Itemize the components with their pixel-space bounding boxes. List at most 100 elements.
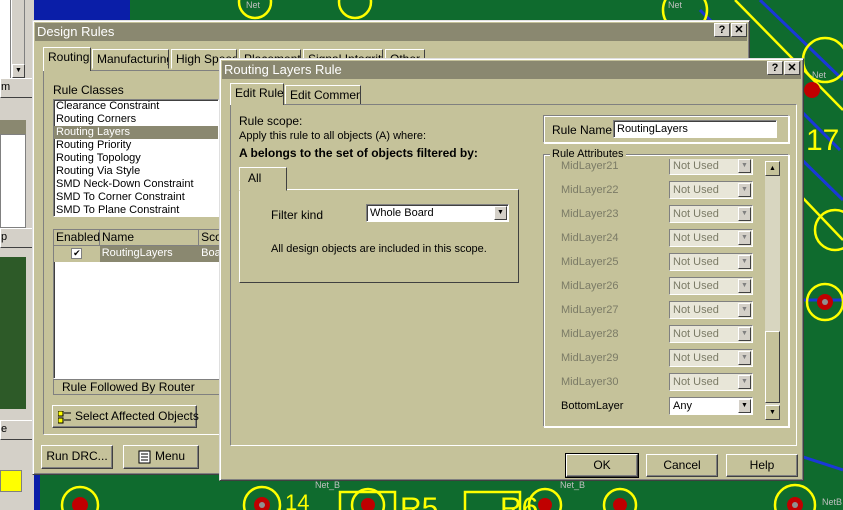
left-button-mid[interactable]: p bbox=[0, 228, 34, 248]
pcb-net-label: NetB bbox=[822, 497, 842, 507]
rule-name-label: Rule Name bbox=[552, 123, 613, 137]
dialog-close-button[interactable]: ✕ bbox=[784, 61, 800, 75]
layer-usage-select: Not Used ▼ bbox=[669, 277, 753, 295]
pcb-net-label: Net bbox=[812, 70, 827, 80]
enabled-checkbox[interactable]: ✔ bbox=[71, 248, 83, 259]
routing-layers-rule-dialog: Routing Layers Rule ? ✕ Edit Rule Edit C… bbox=[219, 58, 804, 481]
help-button[interactable]: Help bbox=[726, 454, 798, 477]
rule-class-item[interactable]: SMD Neck-Down Constraint bbox=[54, 178, 218, 191]
rule-class-item[interactable]: Routing Via Style bbox=[54, 165, 218, 178]
dialog-help-title-button[interactable]: ? bbox=[767, 61, 783, 75]
rule-class-item[interactable]: Routing Topology bbox=[54, 152, 218, 165]
layer-name: MidLayer28 bbox=[561, 328, 619, 340]
help-title-button[interactable]: ? bbox=[714, 23, 730, 37]
layer-usage-select: Not Used ▼ bbox=[669, 181, 753, 199]
select-objects-icon bbox=[57, 410, 71, 424]
left-button-low[interactable]: e bbox=[0, 420, 34, 440]
layer-row: MidLayer21 Not Used ▼ bbox=[545, 159, 765, 178]
rule-class-item[interactable]: SMD To Plane Constraint bbox=[54, 204, 218, 216]
rule-classes-items: Clearance Constraint Routing Corners Routi… bbox=[54, 100, 218, 216]
rule-class-item[interactable]: Routing Layers bbox=[54, 126, 218, 139]
chevron-down-icon: ▼ bbox=[738, 183, 751, 197]
layer-row: MidLayer25 Not Used ▼ bbox=[545, 252, 765, 274]
ok-button[interactable]: OK bbox=[565, 453, 639, 478]
layer-usage-select: Not Used ▼ bbox=[669, 205, 753, 223]
pcb-silk-r6: R6 bbox=[500, 492, 538, 510]
left-list-2[interactable] bbox=[0, 134, 26, 228]
select-affected-objects-button[interactable]: Select Affected Objects bbox=[52, 405, 199, 428]
layer-usage-value: Not Used bbox=[673, 184, 719, 196]
rule-class-item[interactable]: Routing Corners bbox=[54, 113, 218, 126]
rule-class-item[interactable]: Routing Priority bbox=[54, 139, 218, 152]
left-panel: ▼ m p e bbox=[0, 0, 34, 510]
layers-scrollbar[interactable]: ▲ ▼ bbox=[765, 161, 780, 420]
table-row[interactable]: ✔ RoutingLayers Boa bbox=[54, 246, 219, 262]
filter-kind-select[interactable]: Whole Board ▼ bbox=[366, 204, 509, 222]
left-list bbox=[0, 0, 11, 78]
rule-dialog-titlebar[interactable]: Routing Layers Rule bbox=[222, 61, 801, 79]
layer-row: MidLayer30 Not Used ▼ bbox=[545, 372, 765, 394]
layer-color-swatch[interactable] bbox=[0, 470, 22, 492]
layer-usage-select: Not Used ▼ bbox=[669, 325, 753, 343]
rule-scope-label: Rule scope: bbox=[239, 114, 303, 128]
rule-class-item[interactable]: SMD To Corner Constraint bbox=[54, 191, 218, 204]
chevron-down-icon: ▼ bbox=[738, 351, 751, 365]
close-window-button[interactable]: ✕ bbox=[731, 23, 747, 37]
filter-kind-value: Whole Board bbox=[370, 207, 434, 219]
layer-usage-value: Not Used bbox=[673, 160, 719, 172]
tab-routing[interactable]: Routing bbox=[43, 47, 91, 71]
cancel-button[interactable]: Cancel bbox=[646, 454, 718, 477]
layer-row: MidLayer29 Not Used ▼ bbox=[545, 348, 765, 370]
layer-name: MidLayer29 bbox=[561, 352, 619, 364]
layer-usage-select: Not Used ▼ bbox=[669, 159, 753, 175]
rule-class-item[interactable]: Clearance Constraint bbox=[54, 100, 218, 113]
rules-table[interactable]: Enabled Name Sco ✔ RoutingLayers Boa bbox=[53, 229, 220, 379]
menu-button[interactable]: Menu bbox=[123, 445, 199, 469]
chevron-down-icon[interactable]: ▼ bbox=[738, 399, 751, 413]
scroll-down-icon[interactable]: ▼ bbox=[12, 64, 25, 78]
layer-name: MidLayer30 bbox=[561, 376, 619, 388]
layer-usage-select[interactable]: Any ▼ bbox=[669, 397, 753, 415]
tab-edit-comment[interactable]: Edit Comment bbox=[285, 85, 361, 105]
tab-manufacturing[interactable]: Manufacturing bbox=[92, 49, 169, 69]
rules-table-header: Enabled Name Sco bbox=[54, 230, 219, 246]
rule-name-cell[interactable]: RoutingLayers bbox=[99, 246, 200, 262]
layer-usage-value: Any bbox=[673, 400, 692, 412]
chevron-down-icon[interactable]: ▼ bbox=[494, 206, 507, 220]
run-drc-button[interactable]: Run DRC... bbox=[41, 445, 113, 469]
pcb-net-label: Net bbox=[668, 0, 683, 10]
chevron-down-icon: ▼ bbox=[738, 303, 751, 317]
scroll-thumb[interactable] bbox=[765, 331, 780, 403]
rule-followed-status: Rule Followed By Router bbox=[53, 379, 220, 395]
pcb-silk-r5: R5 bbox=[400, 492, 438, 510]
chevron-down-icon: ▼ bbox=[738, 327, 751, 341]
chevron-down-icon: ▼ bbox=[738, 159, 751, 173]
scroll-up-icon[interactable]: ▲ bbox=[765, 161, 780, 176]
rule-classes-list[interactable]: Clearance Constraint Routing Corners Routi… bbox=[53, 99, 219, 217]
design-rules-titlebar[interactable]: Design Rules bbox=[35, 23, 747, 41]
tab-edit-rule[interactable]: Edit Rule bbox=[230, 83, 284, 105]
column-name[interactable]: Name bbox=[100, 230, 200, 245]
chevron-down-icon: ▼ bbox=[738, 255, 751, 269]
enabled-cell[interactable]: ✔ bbox=[54, 246, 100, 262]
column-enabled[interactable]: Enabled bbox=[54, 230, 100, 245]
scroll-down-icon[interactable]: ▼ bbox=[765, 405, 780, 420]
layer-row: MidLayer28 Not Used ▼ bbox=[545, 324, 765, 346]
menu-icon bbox=[138, 450, 152, 464]
select-affected-label: Select Affected Objects bbox=[75, 409, 199, 423]
layer-name: MidLayer21 bbox=[561, 160, 619, 172]
column-scope[interactable]: Sco bbox=[199, 230, 219, 245]
layer-name: MidLayer24 bbox=[561, 232, 619, 244]
chevron-down-icon: ▼ bbox=[738, 231, 751, 245]
tab-all[interactable]: All bbox=[239, 167, 287, 191]
layer-usage-value: Not Used bbox=[673, 304, 719, 316]
window-title: Design Rules bbox=[37, 24, 115, 39]
scope-description: All design objects are included in this … bbox=[271, 243, 487, 255]
left-button-top[interactable]: m bbox=[0, 78, 34, 98]
layer-name: MidLayer25 bbox=[561, 256, 619, 268]
left-scrollbar[interactable]: ▼ bbox=[11, 0, 25, 78]
rule-scope-cell[interactable]: Boa bbox=[199, 246, 219, 262]
left-preview bbox=[0, 257, 26, 409]
rule-name-input[interactable]: RoutingLayers bbox=[613, 120, 777, 138]
layer-name: BottomLayer bbox=[561, 400, 624, 412]
